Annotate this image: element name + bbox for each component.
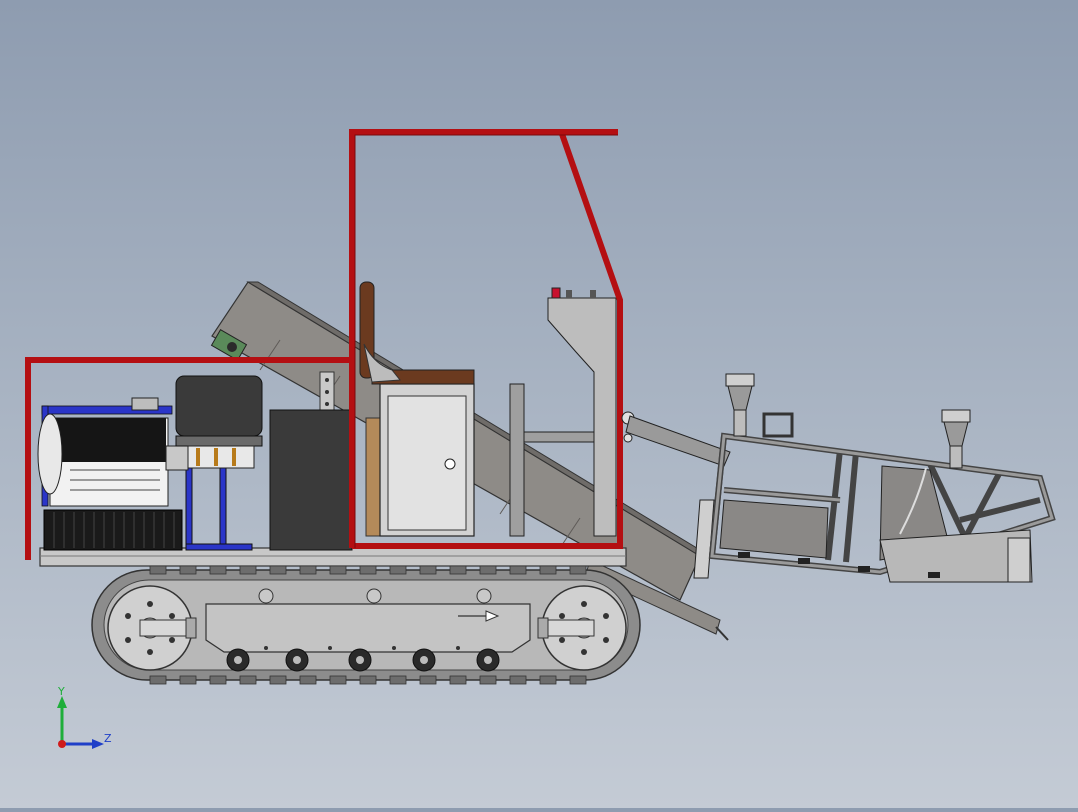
z-axis-arrow-icon — [92, 739, 104, 749]
cyclone-left — [725, 373, 755, 437]
model-drawing[interactable] — [0, 0, 1078, 808]
y-axis-label: Y — [57, 685, 65, 698]
engine[interactable] — [37, 375, 263, 551]
origin-dot — [58, 740, 66, 748]
tank — [269, 409, 353, 551]
z-axis-label: Z — [104, 732, 112, 745]
crawler-track[interactable] — [91, 565, 641, 685]
cad-viewport[interactable]: Y Z — [0, 0, 1078, 808]
chassis-deck[interactable] — [39, 547, 627, 567]
cabinet[interactable] — [365, 383, 475, 537]
seat[interactable] — [359, 281, 475, 385]
cyclone-right — [941, 409, 971, 469]
orientation-triad[interactable]: Y Z — [48, 684, 120, 756]
